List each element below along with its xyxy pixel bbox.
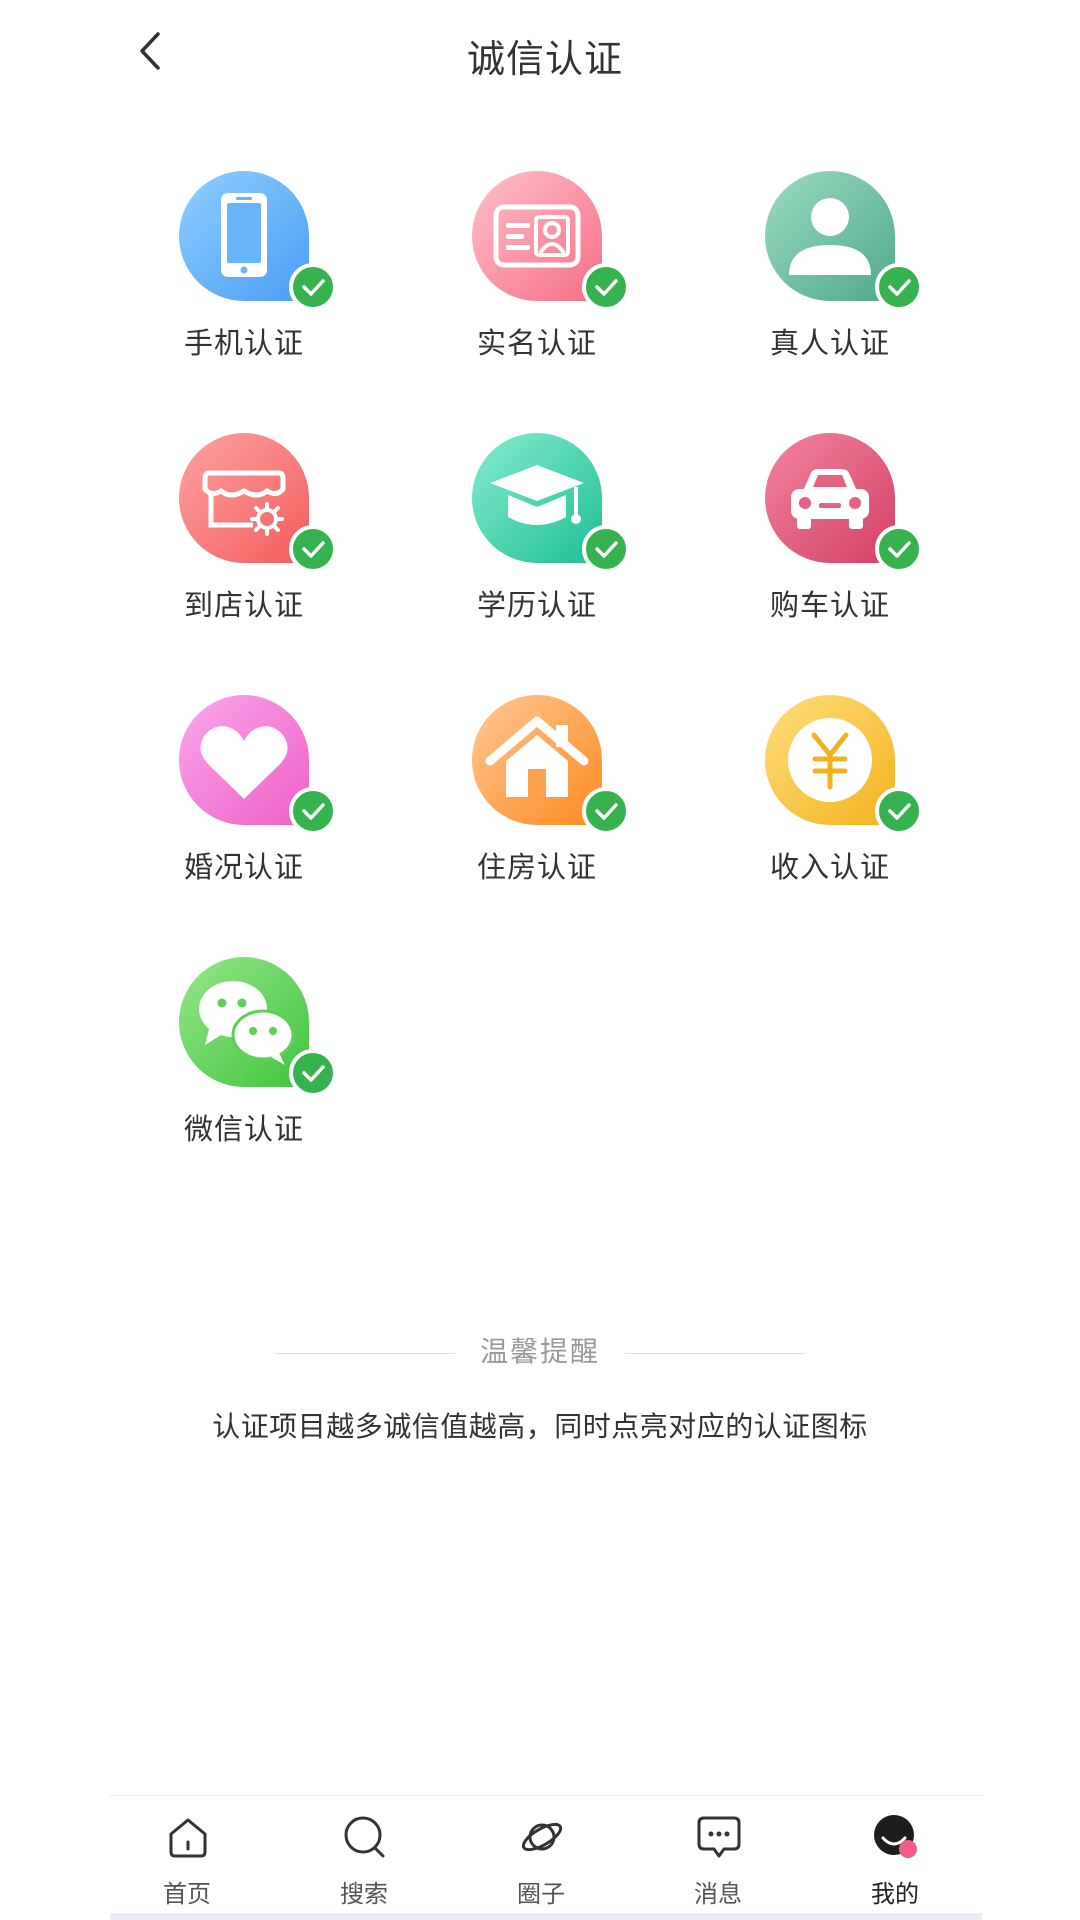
verified-check-icon (875, 525, 923, 573)
heart-icon (179, 695, 337, 835)
cert-item-phone[interactable]: 手机认证 (148, 168, 348, 368)
cert-item-marriage[interactable]: 婚况认证 (148, 692, 348, 892)
cert-label: 婚况认证 (183, 850, 304, 884)
verified-check-icon (875, 787, 923, 835)
yuan-coin-icon (765, 695, 923, 835)
cert-item-store[interactable]: 到店认证 (148, 430, 348, 630)
cert-label: 微信认证 (183, 1112, 304, 1146)
cert-item-real-name[interactable]: 实名认证 (441, 168, 641, 368)
profile-avatar-icon (874, 1815, 917, 1858)
cert-label: 收入认证 (769, 850, 890, 884)
tip-text: 认证项目越多诚信值越高，同时点亮对应的认证图标 (212, 1410, 868, 1443)
bottom-tab-bar: 首页 搜索 圈子 消息 我的 (110, 1795, 982, 1920)
cert-label: 手机认证 (183, 326, 304, 360)
graduation-cap-icon (472, 433, 630, 573)
cert-item-housing[interactable]: 住房认证 (441, 692, 641, 892)
tab-profile[interactable]: 我的 (835, 1814, 955, 1914)
person-icon (765, 171, 923, 311)
tab-messages[interactable]: 消息 (658, 1814, 778, 1914)
tab-label: 消息 (694, 1880, 742, 1908)
cert-label: 购车认证 (769, 588, 890, 622)
cert-label: 实名认证 (476, 326, 597, 360)
cert-label: 住房认证 (476, 850, 597, 884)
house-icon (472, 695, 630, 835)
cert-item-wechat[interactable]: 微信认证 (148, 954, 348, 1154)
tip-title: 温馨提醒 (479, 1335, 600, 1368)
verified-check-icon (875, 263, 923, 311)
tab-label: 我的 (871, 1880, 919, 1908)
wechat-icon (179, 957, 337, 1097)
tab-search[interactable]: 搜索 (304, 1814, 424, 1914)
tab-label: 搜索 (340, 1880, 388, 1908)
cert-item-income[interactable]: 收入认证 (734, 692, 934, 892)
cert-item-car[interactable]: 购车认证 (734, 430, 934, 630)
cert-item-real-person[interactable]: 真人认证 (734, 168, 934, 368)
cert-item-education[interactable]: 学历认证 (441, 430, 641, 630)
tab-label: 首页 (163, 1880, 211, 1908)
planet-icon (521, 1822, 563, 1852)
certification-page: 诚信认证 手机认证 实名认证 真人认证 到店认证 学历认证 购车认证 婚况认证 … (0, 0, 1080, 1920)
verified-check-icon (582, 525, 630, 573)
verified-check-icon (289, 1049, 337, 1097)
divider (625, 1353, 805, 1354)
id-card-icon (472, 171, 630, 311)
cert-label: 学历认证 (476, 588, 597, 622)
cert-label: 真人认证 (769, 326, 890, 360)
top-nav-bar: 诚信认证 (110, 0, 980, 110)
home-icon (169, 1818, 207, 1858)
car-icon (765, 433, 923, 573)
verified-check-icon (582, 263, 630, 311)
tab-home[interactable]: 首页 (127, 1814, 247, 1914)
page-title: 诚信认证 (466, 37, 623, 81)
tab-circle[interactable]: 圈子 (481, 1814, 601, 1914)
verified-check-icon (289, 525, 337, 573)
chat-bubble-icon (697, 1816, 741, 1858)
phone-icon (179, 171, 337, 311)
cert-label: 到店认证 (183, 588, 304, 622)
verified-check-icon (582, 787, 630, 835)
home-indicator-bar (110, 1913, 982, 1920)
verified-check-icon (289, 787, 337, 835)
store-icon (179, 433, 337, 573)
search-icon (344, 1816, 385, 1858)
tab-label: 圈子 (517, 1880, 565, 1908)
verified-check-icon (289, 263, 337, 311)
